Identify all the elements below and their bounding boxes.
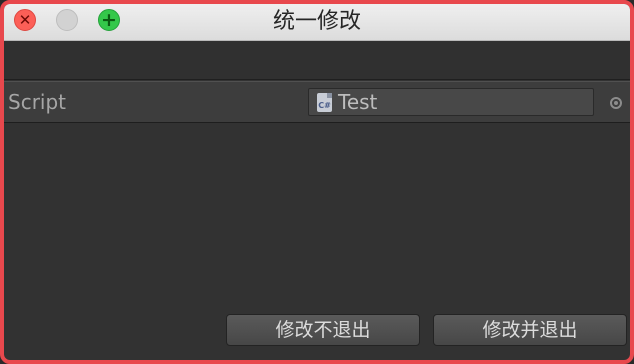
window-title: 统一修改 [272, 9, 361, 34]
script-object-field[interactable]: C# Test [308, 88, 594, 116]
dialog-window: ✕ + 统一修改 Script C# Test 修改不退出 修改并退出 [0, 0, 634, 364]
target-icon [614, 101, 618, 105]
script-label: Script [8, 90, 67, 114]
script-row: Script C# Test [4, 81, 630, 123]
csharp-script-icon: C# [317, 92, 332, 112]
modify-and-exit-button[interactable]: 修改并退出 [433, 314, 627, 346]
header-strip [4, 41, 630, 80]
title-bar: ✕ + 统一修改 [4, 4, 630, 41]
modify-no-exit-button[interactable]: 修改不退出 [226, 314, 420, 346]
object-picker-button[interactable] [610, 97, 622, 109]
script-field-value: Test [338, 90, 378, 114]
